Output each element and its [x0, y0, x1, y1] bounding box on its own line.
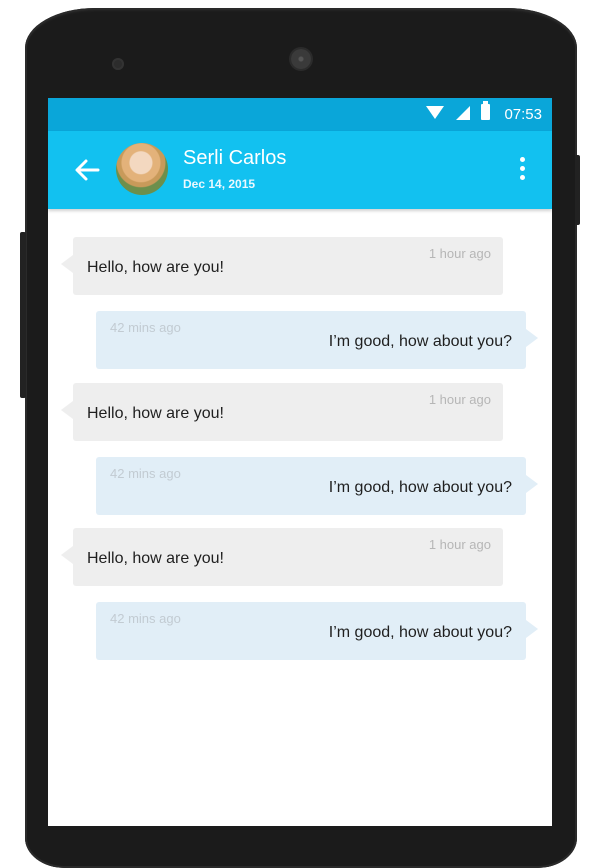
arrow-back-icon[interactable]: [74, 158, 100, 182]
message-bubble[interactable]: 42 mins ago I’m good, how about you?: [96, 457, 538, 515]
message-text: Hello, how are you!: [87, 405, 224, 422]
wifi-icon: [426, 106, 444, 119]
battery-icon: [481, 101, 490, 120]
status-bar: 07:53: [48, 98, 552, 131]
contact-date: Dec 14, 2015: [183, 177, 256, 191]
message-text: Hello, how are you!: [87, 259, 224, 276]
contact-name: Serli Carlos: [183, 147, 287, 169]
message-time: 42 mins ago: [110, 320, 181, 335]
volume-button: [20, 232, 26, 398]
message-time: 1 hour ago: [428, 392, 491, 407]
message-time: 42 mins ago: [110, 466, 181, 481]
screen: 07:53 Serli Carlos Dec 14, 2015 1 hour a…: [48, 98, 552, 826]
avatar[interactable]: [116, 143, 168, 195]
message-bubble[interactable]: 1 hour ago Hello, how are you!: [61, 237, 503, 295]
message-bubble[interactable]: 42 mins ago I’m good, how about you?: [96, 311, 538, 369]
front-sensor: [112, 58, 124, 70]
power-button: [575, 155, 580, 225]
message-text: I’m good, how about you?: [328, 624, 512, 641]
message-list: 1 hour ago Hello, how are you! 42 mins a…: [48, 209, 552, 826]
message-time: 1 hour ago: [428, 246, 491, 261]
message-text: I’m good, how about you?: [328, 479, 512, 496]
signal-icon: [456, 106, 470, 120]
front-camera: [291, 49, 311, 69]
message-time: 1 hour ago: [428, 537, 491, 552]
message-bubble[interactable]: 1 hour ago Hello, how are you!: [61, 528, 503, 586]
status-time: 07:53: [504, 106, 542, 123]
message-text: I’m good, how about you?: [328, 333, 512, 350]
more-vert-icon[interactable]: [520, 157, 526, 183]
message-text: Hello, how are you!: [87, 550, 224, 567]
app-bar: Serli Carlos Dec 14, 2015: [48, 131, 552, 209]
message-bubble[interactable]: 42 mins ago I’m good, how about you?: [96, 602, 538, 660]
message-time: 42 mins ago: [110, 611, 181, 626]
message-bubble[interactable]: 1 hour ago Hello, how are you!: [61, 383, 503, 441]
